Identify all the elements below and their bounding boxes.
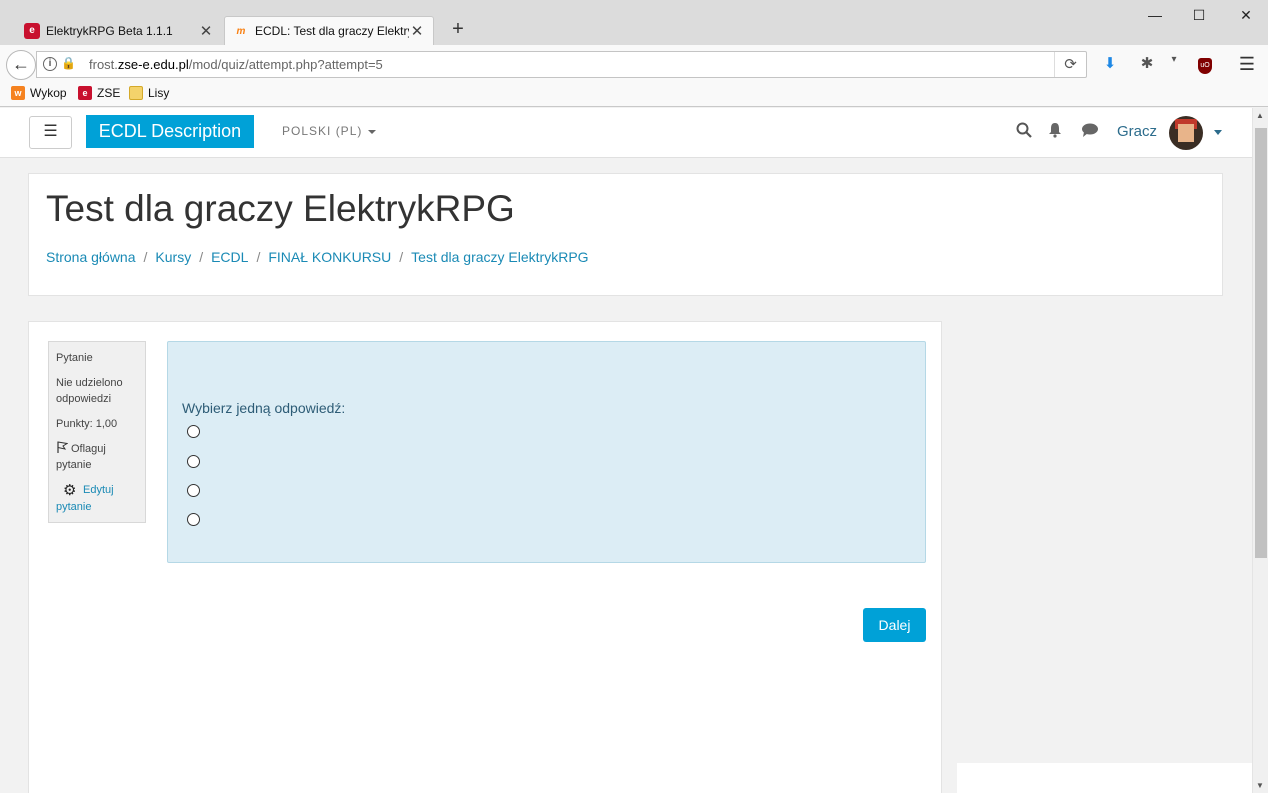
breadcrumb-home[interactable]: Strona główna: [46, 249, 136, 265]
messages-icon[interactable]: [1080, 122, 1100, 142]
browser-tab-strip: e ElektrykRPG Beta 1.1.1 ✕ m ECDL: Test …: [0, 0, 1268, 45]
site-brand[interactable]: ECDL Description: [86, 115, 254, 148]
new-tab-button[interactable]: +: [448, 18, 468, 41]
gear-icon: ⚙: [63, 482, 77, 499]
question-content: Wybierz jedną odpowiedź:: [167, 341, 926, 563]
close-window-icon[interactable]: ✕: [1226, 4, 1266, 26]
bookmarks-bar: w Wykop e ZSE Lisy: [0, 83, 1268, 107]
tab-title: ElektrykRPG Beta 1.1.1: [46, 23, 173, 38]
breadcrumb-ecdl[interactable]: ECDL: [211, 249, 248, 265]
next-button[interactable]: Dalej: [863, 608, 926, 642]
page-header: Test dla graczy ElektrykRPG Strona główn…: [28, 173, 1223, 296]
flag-question-link[interactable]: Oflaguj pytanie: [56, 441, 138, 473]
scrollbar-thumb[interactable]: [1255, 128, 1267, 558]
downloads-icon[interactable]: ⬇: [1099, 54, 1121, 74]
site-navbar: ☰ ECDL Description POLSKI (PL) Gracz: [0, 108, 1252, 158]
chevron-down-icon: [368, 129, 377, 134]
page-viewport: ☰ ECDL Description POLSKI (PL) Gracz Tes…: [0, 108, 1268, 793]
question-points: Punkty: 1,00: [56, 418, 118, 430]
bookmark-zse[interactable]: e ZSE: [78, 86, 120, 100]
lock-warning-icon[interactable]: 🔒: [61, 56, 76, 70]
page-title: Test dla graczy ElektrykRPG: [46, 188, 515, 229]
moodle-favicon-icon: m: [236, 25, 246, 37]
language-menu[interactable]: POLSKI (PL): [282, 124, 377, 138]
back-button[interactable]: ←: [6, 50, 36, 80]
breadcrumb-courses[interactable]: Kursy: [155, 249, 191, 265]
browser-tab-elektrykrpg[interactable]: e ElektrykRPG Beta 1.1.1 ✕: [16, 16, 222, 45]
answer-option-1-radio[interactable]: [187, 425, 200, 438]
elektrykrpg-favicon-icon: e: [24, 22, 40, 39]
browser-nav-bar: i 🔒 frost.zse-e.edu.pl/mod/quiz/attempt.…: [0, 45, 1268, 83]
answer-option-3-radio[interactable]: [187, 484, 200, 497]
bookmark-label: Wykop: [30, 86, 67, 100]
drawer-toggle-button[interactable]: ☰: [29, 116, 72, 149]
question-status: Nie udzielono odpowiedzi: [56, 377, 123, 405]
breadcrumb-quiz[interactable]: Test dla graczy ElektrykRPG: [411, 249, 588, 265]
menu-icon[interactable]: ☰: [1236, 54, 1258, 74]
maximize-icon[interactable]: ☐: [1179, 4, 1219, 26]
zse-icon: e: [78, 86, 92, 100]
folder-icon: [129, 86, 143, 100]
extension-dropdown-icon[interactable]: ▾: [1163, 54, 1185, 74]
page-scrollbar[interactable]: ▲ ▼: [1252, 108, 1268, 793]
close-tab-icon[interactable]: ✕: [409, 22, 425, 40]
breadcrumb: Strona główna / Kursy / ECDL / FINAŁ KON…: [46, 249, 589, 265]
user-avatar[interactable]: [1169, 116, 1203, 150]
wykop-icon: w: [11, 86, 25, 100]
scroll-up-icon[interactable]: ▲: [1256, 111, 1264, 120]
search-icon[interactable]: [1014, 122, 1034, 142]
tab-title: ECDL: Test dla graczy ElektrykRPG: [255, 24, 409, 38]
extension-icon[interactable]: ✱: [1136, 54, 1158, 74]
ublock-icon[interactable]: uO: [1194, 54, 1216, 74]
close-tab-icon[interactable]: ✕: [198, 22, 214, 40]
address-bar[interactable]: i 🔒 frost.zse-e.edu.pl/mod/quiz/attempt.…: [36, 51, 1087, 78]
breadcrumb-final[interactable]: FINAŁ KONKURSU: [268, 249, 391, 265]
answer-option-4-radio[interactable]: [187, 513, 200, 526]
bookmark-label: Lisy: [148, 86, 170, 100]
minimize-icon[interactable]: —: [1135, 4, 1175, 26]
side-block: [957, 763, 1252, 793]
user-menu-chevron-down-icon[interactable]: [1214, 130, 1222, 135]
question-prompt: Wybierz jedną odpowiedź:: [182, 400, 346, 416]
browser-tab-ecdl[interactable]: m ECDL: Test dla graczy ElektrykRPG ✕: [224, 16, 434, 45]
question-label: Pytanie: [56, 352, 93, 364]
edit-question-link[interactable]: ⚙ Edytuj pytanie: [56, 482, 138, 515]
user-name[interactable]: Gracz: [1117, 123, 1157, 140]
reload-icon[interactable]: ⟳: [1054, 52, 1086, 77]
site-info-icon[interactable]: i: [43, 57, 57, 71]
flag-icon: [57, 441, 69, 453]
bookmark-lisy[interactable]: Lisy: [129, 86, 169, 100]
answer-option-2-radio[interactable]: [187, 455, 200, 468]
notifications-bell-icon[interactable]: [1045, 122, 1065, 142]
scroll-down-icon[interactable]: ▼: [1256, 781, 1264, 790]
question-info-panel: Pytanie Nie udzielono odpowiedzi Punkty:…: [48, 341, 146, 523]
url-text[interactable]: frost.zse-e.edu.pl/mod/quiz/attempt.php?…: [89, 57, 383, 72]
bookmark-wykop[interactable]: w Wykop: [11, 86, 67, 100]
quiz-region: Pytanie Nie udzielono odpowiedzi Punkty:…: [28, 321, 942, 793]
bookmark-label: ZSE: [97, 86, 121, 100]
